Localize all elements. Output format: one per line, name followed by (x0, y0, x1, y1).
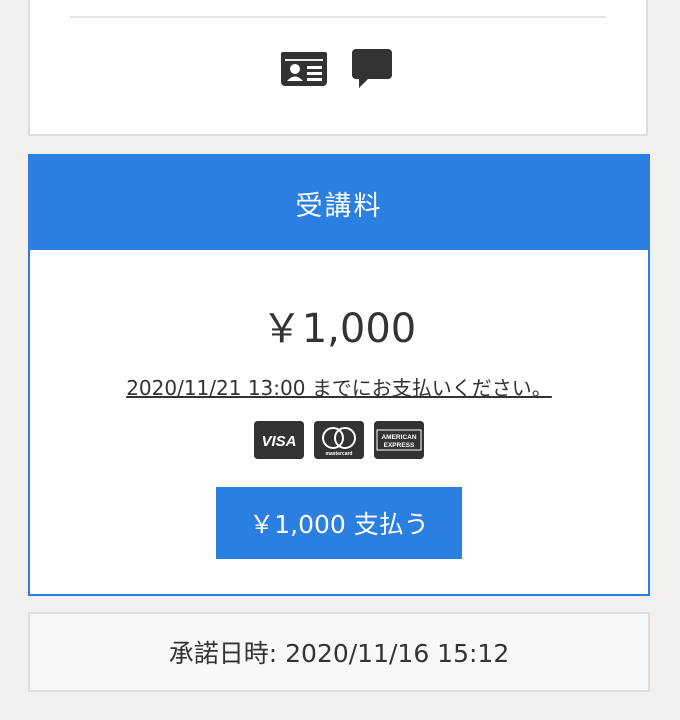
visa-label: VISA (261, 433, 296, 450)
approval-datetime: 承諾日時: 2020/11/16 15:12 (28, 612, 650, 692)
payment-brands: VISA mastercard AMERICAN EXPRESS (30, 421, 648, 459)
fee-card: 受講料 ￥1,000 2020/11/21 13:00 までにお支払いください。… (28, 154, 650, 596)
svg-text:EXPRESS: EXPRESS (384, 442, 415, 449)
top-card (28, 0, 648, 136)
pay-button-wrap: ￥1,000 支払う (30, 487, 648, 559)
fee-amount: ￥1,000 (261, 306, 417, 352)
pay-button[interactable]: ￥1,000 支払う (216, 487, 462, 559)
svg-text:AMERICAN: AMERICAN (381, 434, 416, 441)
action-icons (30, 48, 646, 90)
mastercard-logo: mastercard (314, 421, 364, 459)
chat-bubble-icon[interactable] (349, 48, 395, 90)
payment-deadline: 2020/11/21 13:00 までにお支払いください。 (30, 372, 648, 401)
deadline-text: 2020/11/21 13:00 までにお支払いください。 (126, 376, 552, 400)
visa-logo: VISA (254, 421, 304, 459)
divider (70, 16, 606, 18)
amex-logo: AMERICAN EXPRESS (374, 421, 424, 459)
mastercard-label: mastercard (326, 451, 353, 457)
fee-title: 受講料 (30, 156, 648, 250)
id-card-icon[interactable] (281, 48, 327, 90)
